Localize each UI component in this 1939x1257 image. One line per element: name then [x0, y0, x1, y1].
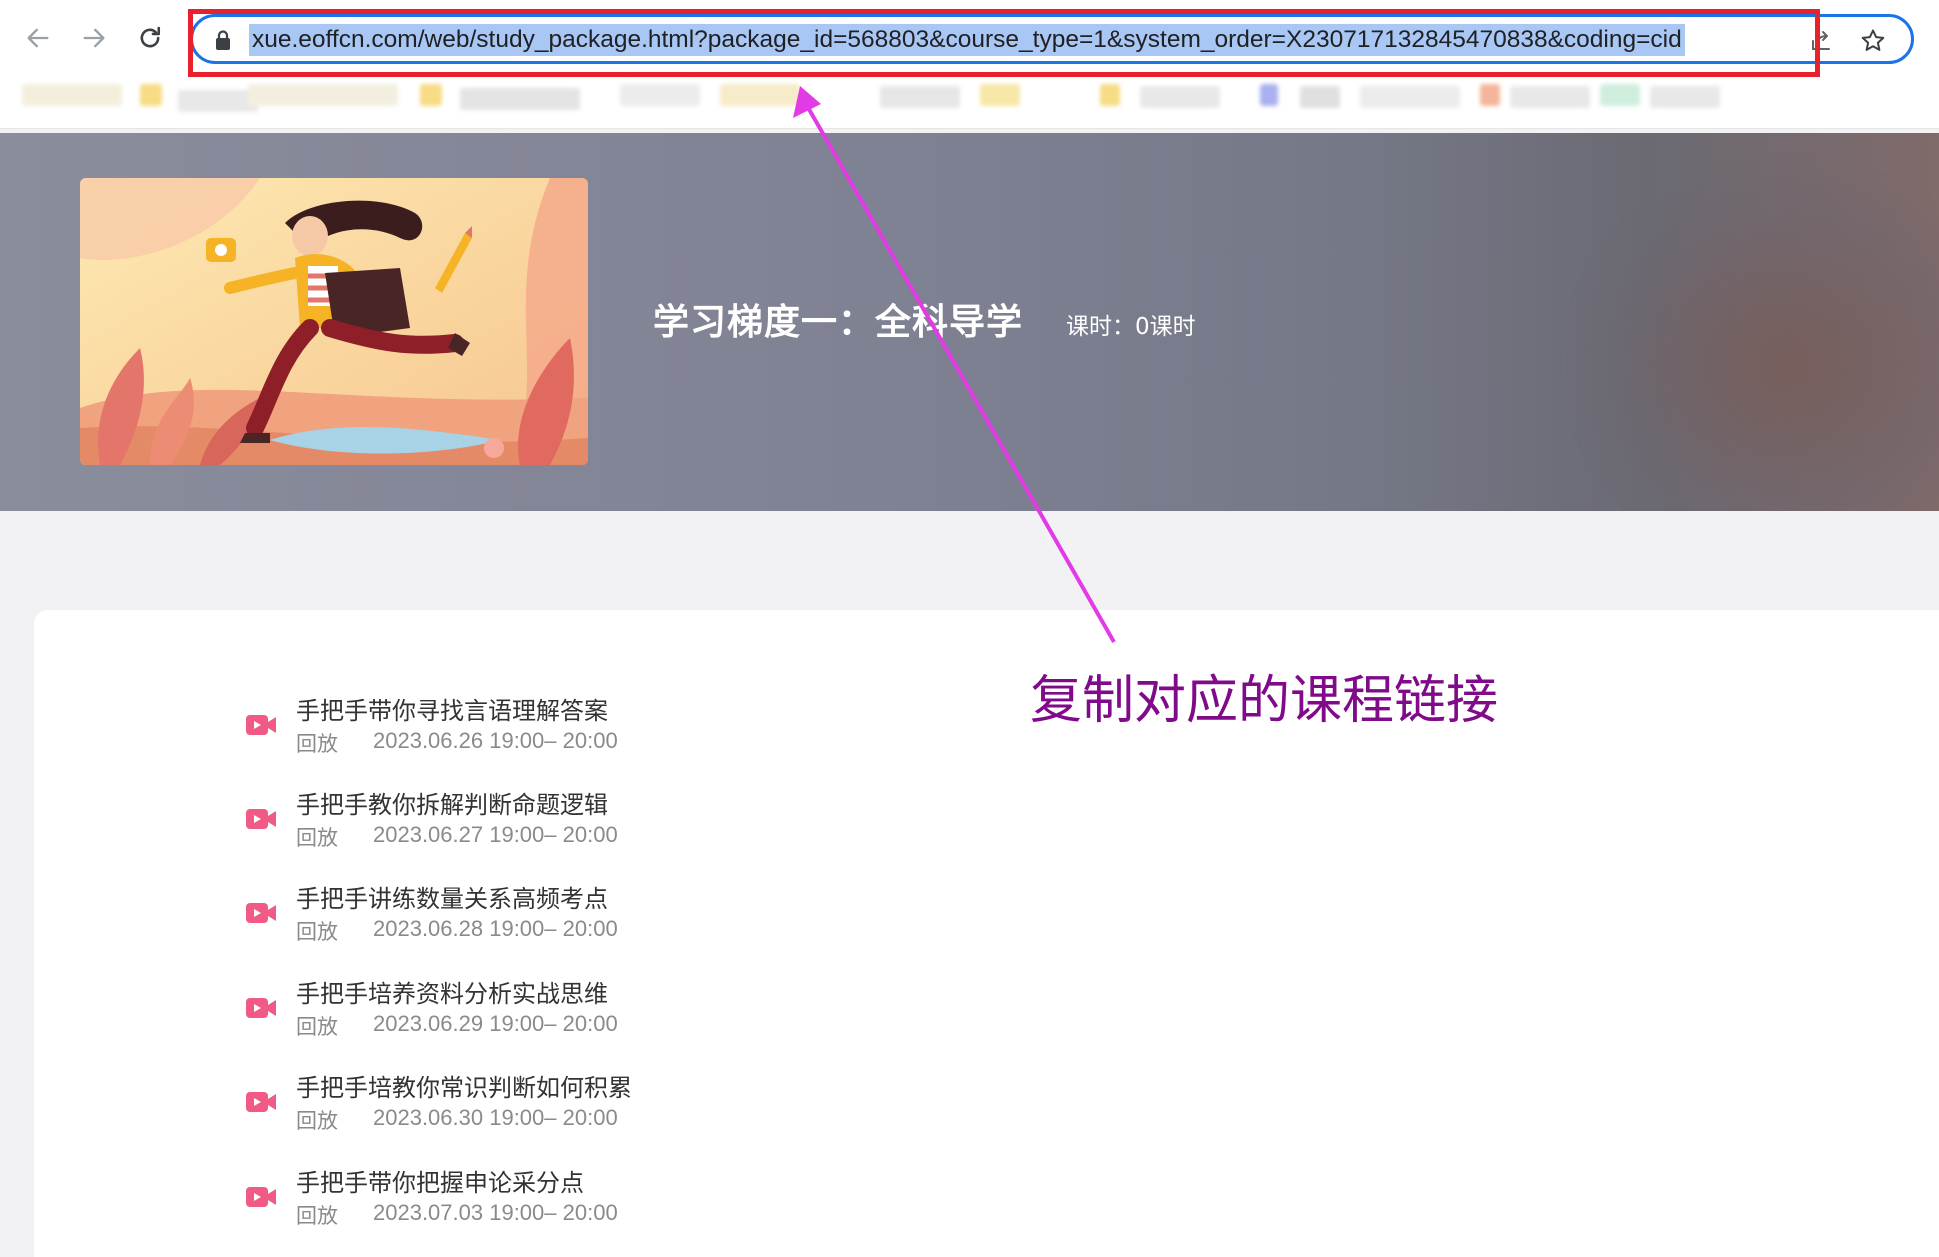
bookmark-item[interactable] — [880, 86, 960, 108]
bookmark-item[interactable] — [1260, 84, 1278, 106]
lesson-time: 2023.06.28 19:00– 20:00 — [373, 916, 618, 941]
bookmark-item[interactable] — [1480, 84, 1500, 106]
lesson-item[interactable]: 手把手培教你常识判断如何积累 回放 2023.06.30 19:00– 20:0… — [244, 1068, 844, 1138]
lesson-tag: 回放 — [296, 1015, 338, 1039]
course-title: 学习梯度一：全科导学 — [653, 302, 1024, 343]
lesson-title[interactable]: 手把手培养资料分析实战思维 — [296, 974, 608, 1009]
bookmark-item[interactable] — [720, 84, 800, 106]
bookmark-item[interactable] — [1140, 86, 1220, 108]
video-play-icon — [246, 998, 276, 1018]
lesson-tag: 回放 — [296, 1204, 338, 1228]
bookmark-item[interactable] — [1650, 86, 1720, 108]
video-play-icon — [246, 715, 276, 735]
bookmark-item[interactable] — [178, 90, 258, 112]
reload-button[interactable] — [130, 18, 170, 58]
video-play-icon — [246, 809, 276, 829]
reload-icon — [140, 26, 161, 48]
share-icon[interactable] — [1807, 27, 1835, 55]
bookmark-item[interactable] — [460, 88, 580, 110]
bookmarks-bar — [0, 80, 1939, 129]
lesson-title[interactable]: 手把手带你寻找言语理解答案 — [296, 691, 608, 726]
bookmark-star-icon[interactable] — [1859, 27, 1887, 55]
banner-blur-decoration — [1579, 173, 1939, 511]
lesson-item[interactable]: 手把手教你拆解判断命题逻辑 回放 2023.06.27 19:00– 20:00 — [244, 785, 844, 855]
arrow-left-icon — [27, 28, 49, 48]
course-banner: 学习梯度一：全科导学 课时：0课时 — [0, 133, 1939, 511]
lock-icon — [216, 30, 230, 50]
bookmark-item[interactable] — [1510, 86, 1590, 108]
video-play-icon — [246, 903, 276, 923]
bookmark-item[interactable] — [1360, 86, 1460, 108]
bookmark-item[interactable] — [980, 84, 1020, 106]
lesson-item[interactable]: 手把手带你寻找言语理解答案 回放 2023.06.26 19:00– 20:00 — [244, 691, 844, 761]
lesson-time: 2023.06.29 19:00– 20:00 — [373, 1011, 618, 1036]
bookmark-item[interactable] — [22, 84, 122, 106]
bookmark-item[interactable] — [248, 84, 398, 106]
back-button[interactable] — [18, 18, 58, 58]
course-hours: 课时：0课时 — [1066, 314, 1196, 340]
lesson-time: 2023.06.30 19:00– 20:00 — [373, 1105, 618, 1130]
lesson-title[interactable]: 手把手带你把握申论采分点 — [296, 1163, 584, 1198]
bookmark-item[interactable] — [140, 84, 162, 106]
lesson-tag: 回放 — [296, 1109, 338, 1133]
page: xue.eoffcn.com/web/study_package.html?pa… — [0, 0, 1939, 1257]
video-play-icon — [246, 1187, 276, 1207]
annotation-text: 复制对应的课程链接 — [1030, 671, 1499, 731]
video-play-icon — [246, 1092, 276, 1112]
lesson-item[interactable]: 手把手带你把握申论采分点 回放 2023.07.03 19:00– 20:00 — [244, 1163, 844, 1233]
url-text[interactable]: xue.eoffcn.com/web/study_package.html?pa… — [249, 24, 1685, 56]
bookmark-item[interactable] — [1300, 86, 1340, 108]
lesson-item[interactable]: 手把手讲练数量关系高频考点 回放 2023.06.28 19:00– 20:00 — [244, 879, 844, 949]
lesson-time: 2023.06.27 19:00– 20:00 — [373, 822, 618, 847]
lesson-tag: 回放 — [296, 826, 338, 850]
bookmark-item[interactable] — [420, 84, 442, 106]
arrow-right-icon — [83, 28, 105, 48]
lesson-item[interactable]: 手把手培养资料分析实战思维 回放 2023.06.29 19:00– 20:00 — [244, 974, 844, 1044]
course-cover-image — [80, 178, 588, 465]
lesson-title[interactable]: 手把手教你拆解判断命题逻辑 — [296, 785, 608, 820]
lesson-title[interactable]: 手把手培教你常识判断如何积累 — [296, 1068, 632, 1103]
address-bar[interactable]: xue.eoffcn.com/web/study_package.html?pa… — [190, 14, 1914, 64]
browser-toolbar: xue.eoffcn.com/web/study_package.html?pa… — [0, 0, 1939, 80]
lesson-tag: 回放 — [296, 920, 338, 944]
lesson-list-card: 手把手带你寻找言语理解答案 回放 2023.06.26 19:00– 20:00… — [34, 610, 1939, 1257]
forward-button[interactable] — [74, 18, 114, 58]
bookmark-item[interactable] — [1100, 84, 1120, 106]
lesson-title[interactable]: 手把手讲练数量关系高频考点 — [296, 879, 608, 914]
lesson-time: 2023.06.26 19:00– 20:00 — [373, 728, 618, 753]
running-girl-illustration — [80, 178, 588, 465]
lesson-tag: 回放 — [296, 732, 338, 756]
lesson-time: 2023.07.03 19:00– 20:00 — [373, 1200, 618, 1225]
bookmark-item[interactable] — [620, 84, 700, 106]
bookmark-item[interactable] — [1600, 84, 1640, 106]
